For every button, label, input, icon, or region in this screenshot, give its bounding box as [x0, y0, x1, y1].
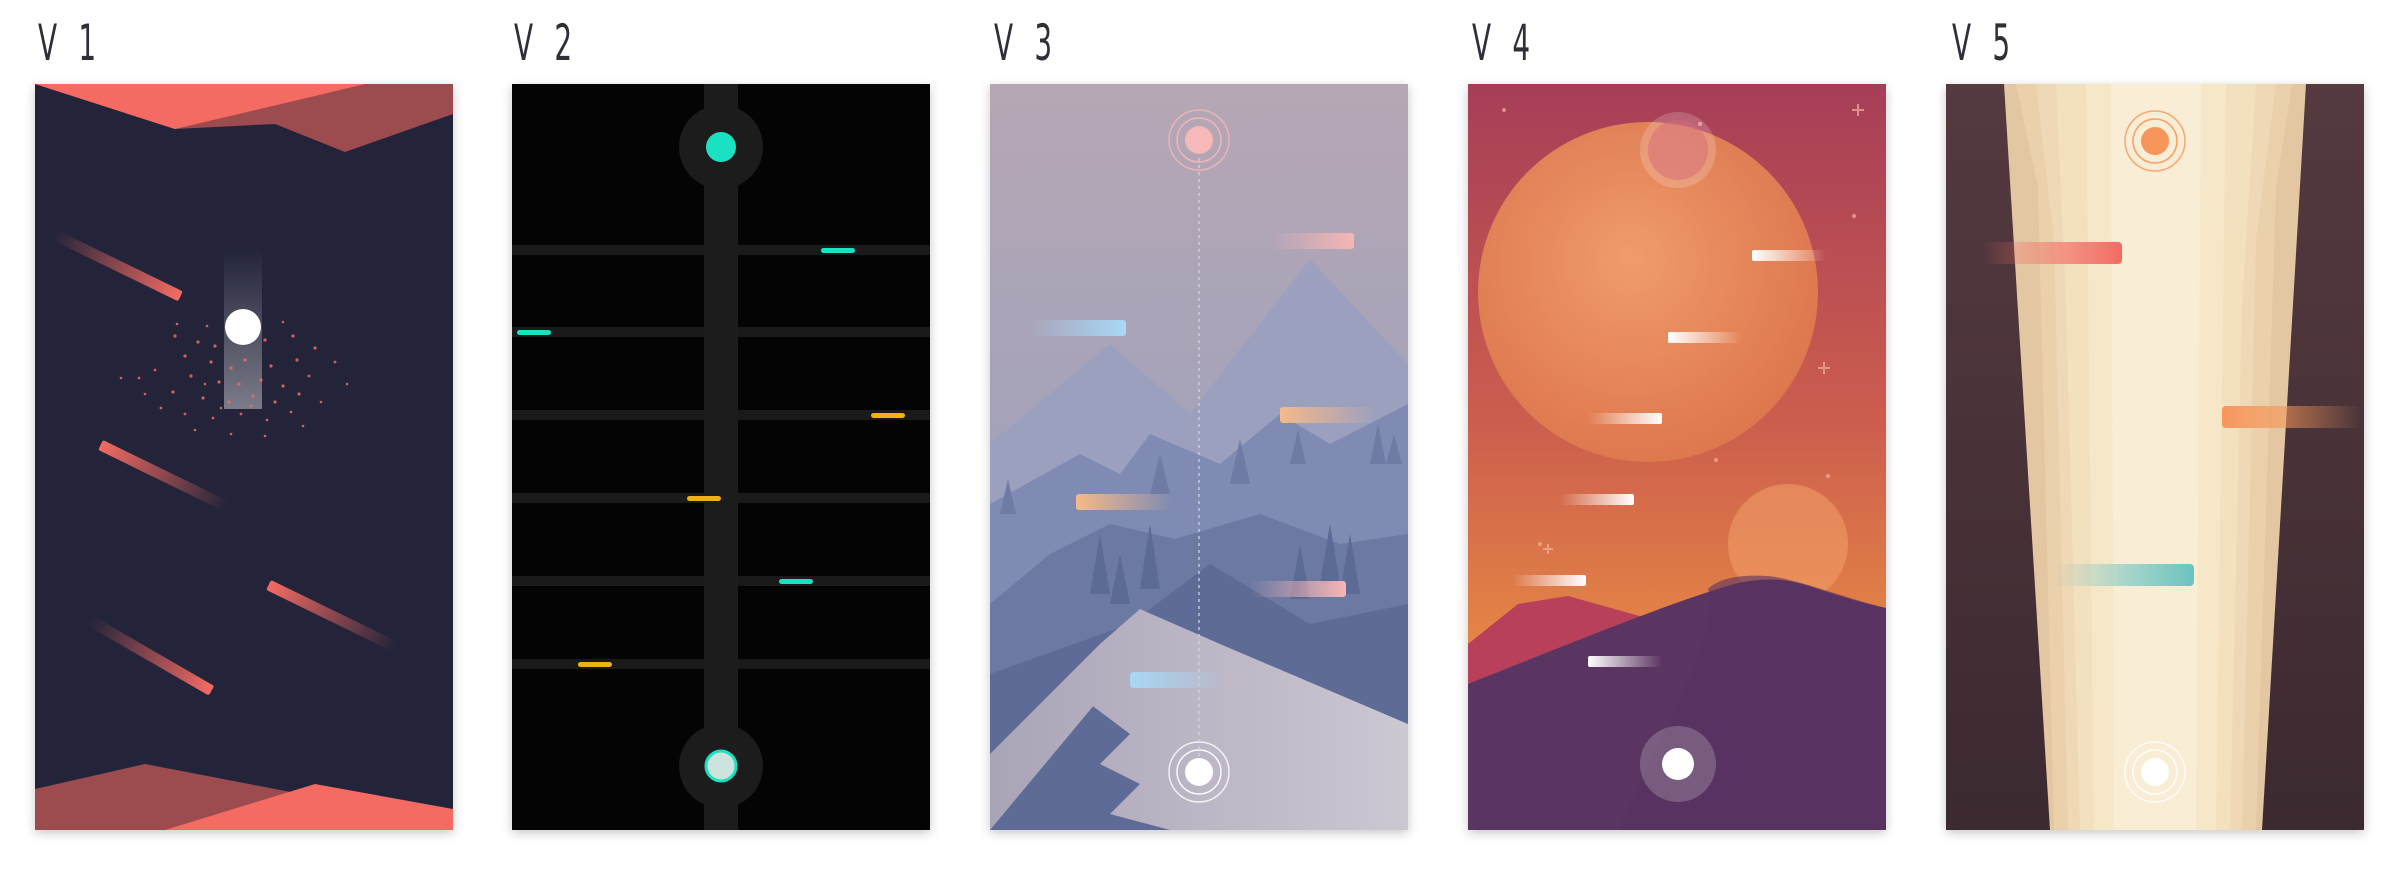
variant-label-2: V 2: [514, 14, 579, 72]
variant-label-5: V 5: [1952, 14, 2017, 72]
light-beam: [2004, 84, 2306, 830]
player-ball: [704, 749, 738, 783]
player-ball: [1640, 726, 1716, 802]
game-screen-v5[interactable]: [1946, 84, 2364, 830]
game-screen-v4[interactable]: [1468, 84, 1886, 830]
background: [35, 84, 453, 830]
variant-label-1: V 1: [38, 14, 103, 72]
target-ball: [1640, 112, 1716, 188]
center-track: [704, 84, 738, 830]
target-dot: [706, 132, 736, 162]
game-screen-v1[interactable]: [35, 84, 453, 830]
player-ball: [225, 309, 261, 345]
variant-label-4: V 4: [1472, 14, 1537, 72]
game-screen-v3[interactable]: [990, 84, 1408, 830]
variant-label-3: V 3: [994, 14, 1059, 72]
game-screen-v2[interactable]: [512, 84, 930, 830]
